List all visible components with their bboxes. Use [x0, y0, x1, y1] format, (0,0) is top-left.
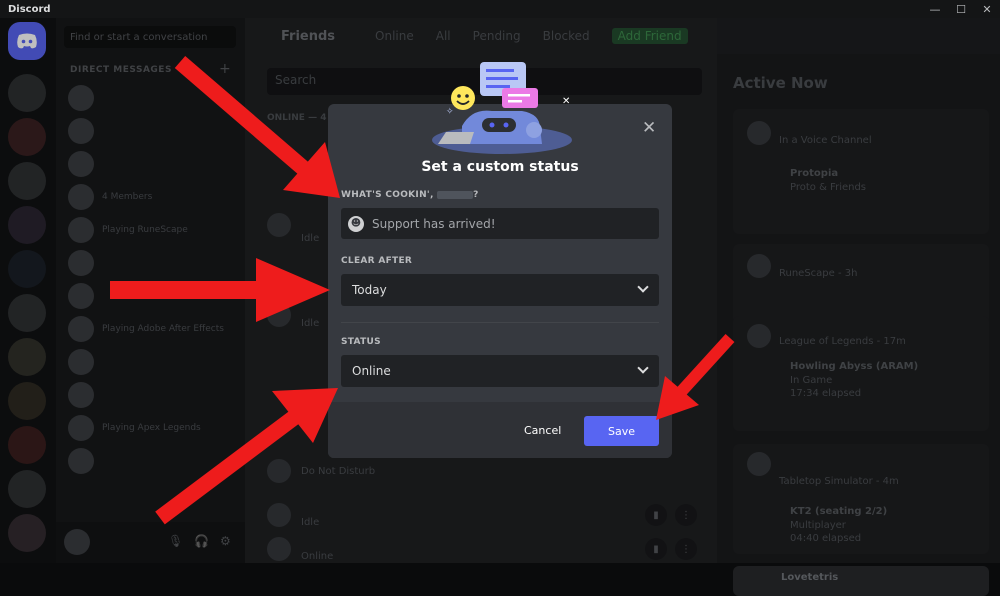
annotation-arrow-save	[656, 333, 735, 420]
annotation-arrow-status	[155, 388, 338, 525]
annotation-arrow-cookin	[174, 55, 340, 198]
annotation-arrow	[110, 55, 735, 525]
activity-card[interactable]: Lovetetris	[733, 566, 989, 596]
annotation-arrow-clear-after	[110, 258, 330, 322]
